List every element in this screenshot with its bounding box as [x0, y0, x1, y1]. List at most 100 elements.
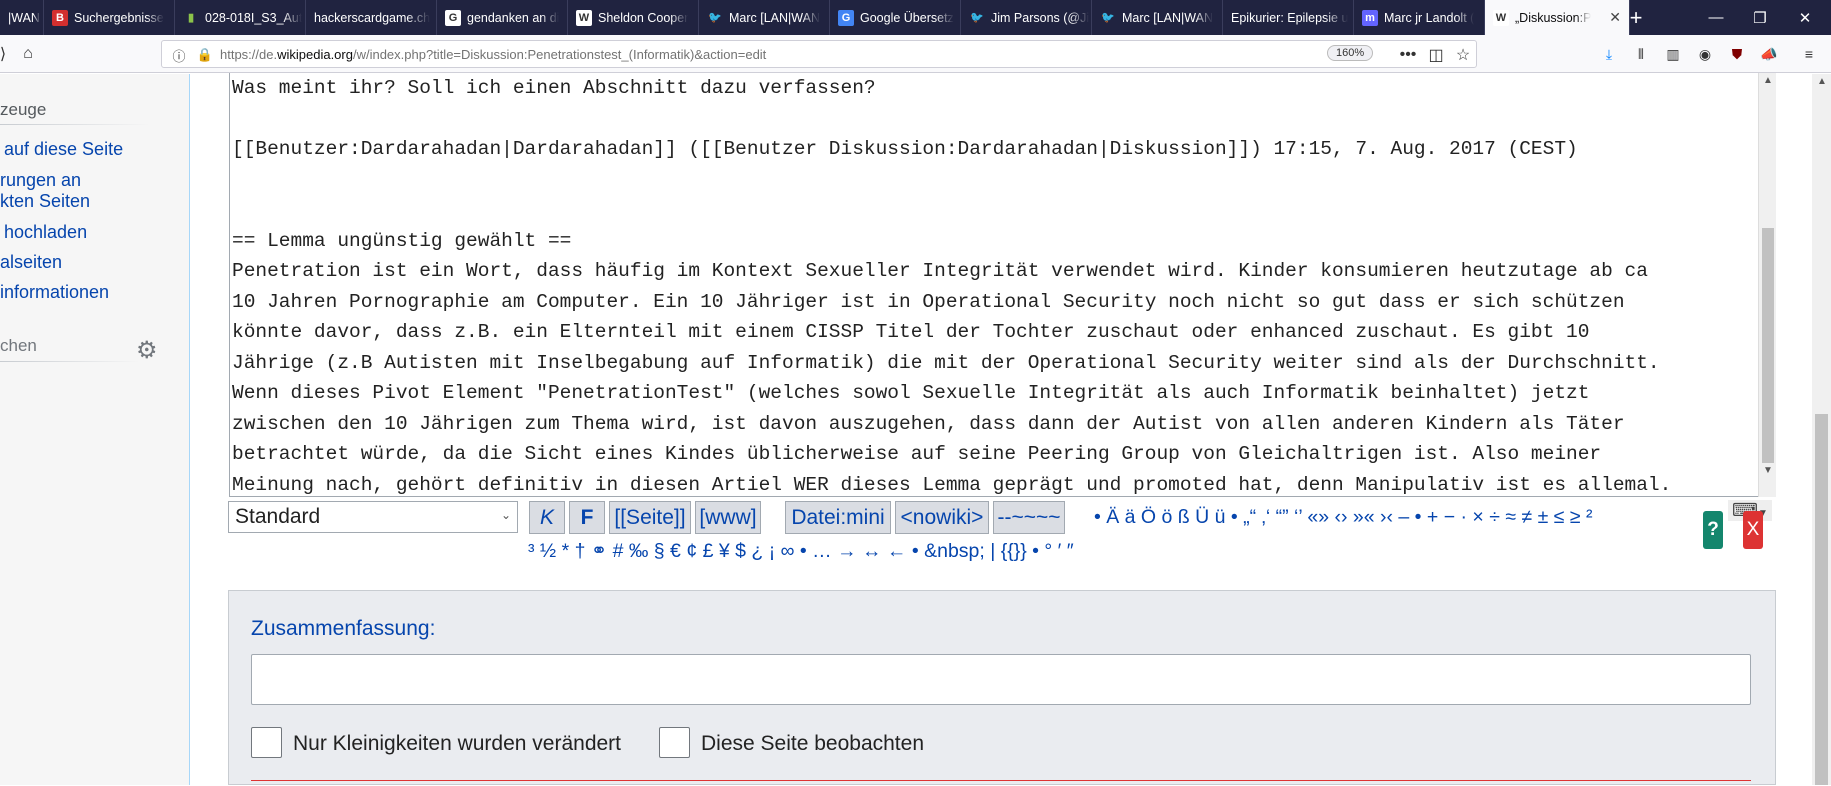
- editor-scrollbar[interactable]: ▲ ▼: [1758, 73, 1776, 497]
- signature-button[interactable]: --~~~~: [993, 501, 1065, 534]
- browser-tab[interactable]: Ggendanken an di: [437, 0, 568, 35]
- wikitext-editor[interactable]: Was meint ihr? Soll ich einen Abschnitt …: [229, 73, 1759, 497]
- external-link-button[interactable]: [www]: [695, 501, 761, 534]
- sidebar-heading-tools: zeuge: [0, 100, 47, 119]
- megaphone-icon[interactable]: 📣: [1760, 45, 1778, 63]
- url-bar[interactable]: ⓘ 🔒 https://de.wikipedia.org/w/index.php…: [161, 40, 1477, 68]
- browser-tab[interactable]: 🐦 Marc [LAN|WAN: [1092, 0, 1223, 35]
- B-icon: B: [52, 9, 68, 26]
- sidebar-link-special-pages[interactable]: alseiten: [0, 252, 62, 273]
- summary-input[interactable]: [251, 654, 1751, 705]
- summary-label: Zusammenfassung:: [251, 617, 436, 640]
- m-icon: m: [1362, 9, 1378, 26]
- sidebar-link-what-links-here[interactable]: auf diese Seite: [4, 139, 123, 160]
- tab-label: Marc [LAN|WAN: [1122, 10, 1213, 25]
- new-tab-button[interactable]: +: [1614, 0, 1658, 35]
- sidebar-search-label: chen: [0, 336, 37, 355]
- tab-label: hackerscardgame.ch: [314, 10, 431, 25]
- browser-tab[interactable]: hackerscardgame.ch: [306, 0, 437, 35]
- minor-edit-label[interactable]: Nur Kleinigkeiten wurden verändert: [293, 732, 621, 756]
- doc-icon: ▮: [187, 12, 195, 24]
- wiki-sidebar: zeuge auf diese Seite rungen an kten Sei…: [0, 74, 190, 785]
- sidebar-link-related-changes-2[interactable]: kten Seiten: [0, 191, 90, 212]
- browser-tab[interactable]: 🐦 Marc [LAN|WAN: [699, 0, 830, 35]
- lock-icon: 🔒: [196, 47, 214, 62]
- nowiki-button[interactable]: <nowiki>: [895, 501, 989, 534]
- gear-icon[interactable]: ⚙: [136, 336, 158, 365]
- info-icon[interactable]: ⓘ: [168, 44, 190, 66]
- watch-page-checkbox[interactable]: [659, 727, 690, 758]
- chevron-down-icon: ⌄: [500, 508, 511, 522]
- file-button[interactable]: Datei:mini: [785, 501, 891, 534]
- page-scrollbar-thumb[interactable]: [1815, 414, 1828, 785]
- page-scrollbar[interactable]: ▲: [1812, 74, 1831, 785]
- tab-label: 028-018I_S3_Aut: [205, 10, 303, 25]
- sidebar-divider: [0, 124, 150, 125]
- url-text[interactable]: https://de.wikipedia.org/w/index.php?tit…: [220, 47, 766, 62]
- sidebar-toggle-icon[interactable]: ▥: [1664, 45, 1682, 63]
- G-icon: G: [445, 9, 461, 26]
- bookmark-star-icon[interactable]: ☆: [1452, 44, 1474, 66]
- twitter-bird-icon: 🐦: [708, 12, 722, 24]
- tab-label: Marc [LAN|WAN: [729, 10, 820, 25]
- tab-label: Marc jr Landolt (: [1384, 10, 1475, 25]
- browser-tab[interactable]: |WAN: [0, 0, 44, 35]
- editor-scrollbar-thumb[interactable]: [1762, 228, 1774, 463]
- twitter-bird-icon: 🐦: [970, 12, 984, 24]
- ublock-icon[interactable]: ⛊: [1728, 45, 1746, 63]
- browser-tab[interactable]: Epikurier: Epilepsie u: [1223, 0, 1354, 35]
- tab-label: Suchergebnisse: [74, 10, 164, 25]
- home-icon[interactable]: ⌂: [17, 43, 39, 65]
- twitter-bird-icon: 🐦: [1101, 12, 1115, 24]
- sidebar-link-upload[interactable]: hochladen: [4, 222, 87, 243]
- sidebar-divider: [0, 361, 140, 362]
- account-icon[interactable]: ◉: [1696, 45, 1714, 63]
- browser-tab[interactable]: W Sheldon Cooper: [568, 0, 699, 35]
- special-chars-row-1[interactable]: • Ä ä Ö ö ß Ü ü • „“ ‚‘ “” ‘’ «» ‹› »« ›…: [1094, 506, 1592, 529]
- tab-label: Google Übersetz: [860, 10, 954, 25]
- internal-link-button[interactable]: [[Seite]]: [609, 501, 691, 534]
- special-chars-row-2[interactable]: ³ ½ * † ⚭ # ‰ § € ¢ £ ¥ $ ¿ ¡ ∞ • … → ↔ …: [528, 539, 1074, 563]
- tab-bar: |WAN B Suchergebnisse ▮ 028-018I_S3_Aut hacke…: [0, 0, 1831, 35]
- special-chars-select[interactable]: Standard ⌄: [228, 501, 518, 533]
- W-icon: W: [1493, 9, 1509, 26]
- pocket-icon[interactable]: ◫: [1425, 44, 1447, 66]
- help-button[interactable]: ?: [1703, 511, 1723, 549]
- tab-label: Sheldon Cooper: [598, 10, 689, 25]
- library-icon[interactable]: ⫴: [1632, 45, 1650, 63]
- browser-tab[interactable]: 🐦 Jim Parsons (@Ji: [961, 0, 1092, 35]
- tab-label: |WAN: [8, 10, 40, 25]
- close-toolbar-button[interactable]: X: [1743, 511, 1763, 549]
- scroll-up-icon[interactable]: ▲: [1763, 75, 1773, 86]
- W-icon: W: [576, 9, 592, 26]
- editor-text[interactable]: Was meint ihr? Soll ich einen Abschnitt …: [230, 73, 1671, 496]
- sidebar-link-page-info[interactable]: informationen: [0, 282, 109, 303]
- browser-tab[interactable]: m Marc jr Landolt (: [1354, 0, 1485, 35]
- tab-label: „Diskussion:P: [1515, 10, 1592, 25]
- maximize-button[interactable]: ❐: [1738, 0, 1782, 35]
- warning-box-edge: [251, 780, 1751, 786]
- browser-tab[interactable]: G Google Übersetz: [830, 0, 961, 35]
- select-value: Standard: [235, 505, 321, 528]
- page-actions-icon[interactable]: •••: [1397, 44, 1419, 66]
- bold-button[interactable]: F: [569, 501, 605, 534]
- watch-page-label[interactable]: Diese Seite beobachten: [701, 732, 924, 756]
- downloads-icon[interactable]: ⤓: [1600, 45, 1618, 63]
- forward-icon[interactable]: ⟩: [0, 43, 14, 65]
- scroll-up-icon[interactable]: ▲: [1817, 76, 1827, 87]
- browser-tab[interactable]: B Suchergebnisse: [44, 0, 175, 35]
- browser-tab[interactable]: ▮ 028-018I_S3_Aut: [175, 0, 306, 35]
- minor-edit-checkbox[interactable]: [251, 727, 282, 758]
- browser-tab[interactable]: W „Diskussion:P ✕: [1485, 0, 1630, 35]
- minimize-button[interactable]: —: [1694, 0, 1738, 35]
- scroll-down-icon[interactable]: ▼: [1763, 465, 1773, 476]
- edit-summary-box: Zusammenfassung: Nur Kleinigkeiten wurde…: [228, 590, 1776, 785]
- italic-button[interactable]: K: [529, 501, 565, 534]
- window-close-button[interactable]: ✕: [1783, 0, 1827, 35]
- tab-label: gendanken an di: [467, 10, 560, 25]
- sidebar-link-related-changes-1[interactable]: rungen an: [0, 170, 81, 191]
- tab-label: Epikurier: Epilepsie u: [1231, 10, 1349, 25]
- zoom-indicator[interactable]: 160%: [1327, 45, 1374, 61]
- menu-icon[interactable]: ≡: [1800, 45, 1818, 63]
- tab-label: Jim Parsons (@Ji: [991, 10, 1090, 25]
